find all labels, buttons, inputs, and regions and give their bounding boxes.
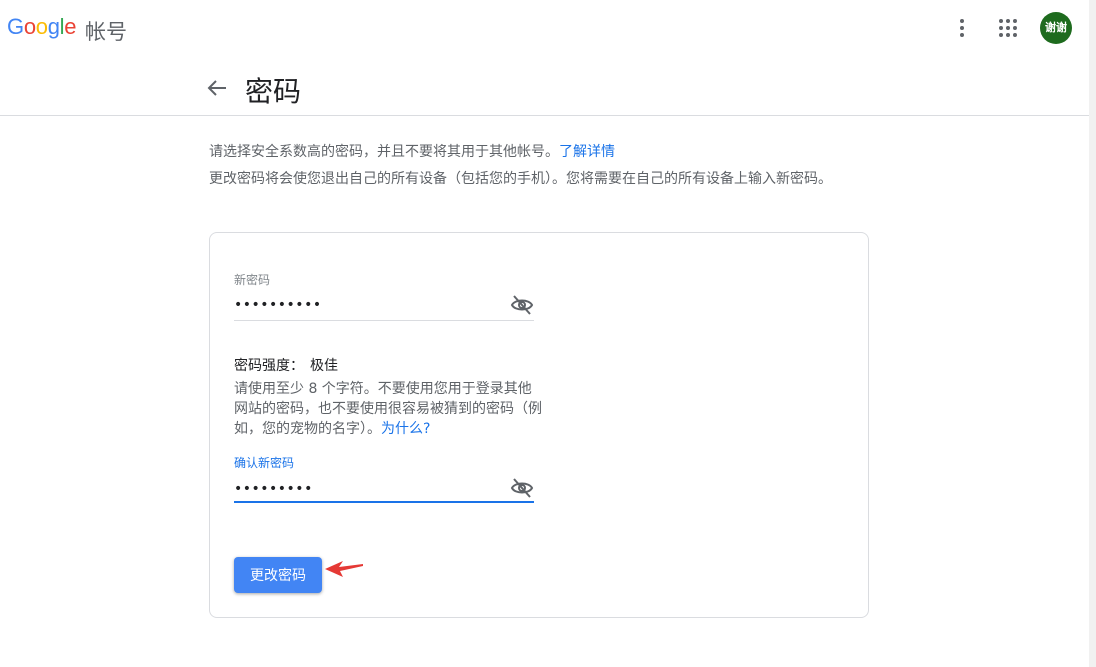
strength-value: 极佳: [310, 358, 338, 374]
new-password-field[interactable]: ••••••••••: [234, 297, 322, 313]
annotation-arrow-icon: [325, 561, 363, 577]
page-title: 密码: [245, 75, 302, 108]
header-divider: [0, 115, 1089, 116]
new-password-label: 新密码: [234, 273, 271, 287]
password-hint: 请使用至少 8 个字符。不要使用您用于登录其他网站的密码，也不要使用很容易被猜到…: [234, 379, 544, 439]
more-vert-icon[interactable]: [951, 16, 973, 40]
confirm-password-underline: [234, 501, 534, 503]
google-logo[interactable]: Google: [7, 14, 76, 40]
why-link[interactable]: 为什么?: [381, 421, 430, 437]
new-password-underline: [234, 320, 534, 321]
strength-line: 密码强度： 极佳: [234, 355, 338, 375]
password-card: 新密码 •••••••••• 密码强度： 极佳 请使用至少 8 个字符。不要使用您…: [209, 232, 869, 618]
change-password-button[interactable]: 更改密码: [234, 557, 322, 593]
confirm-password-label: 确认新密码: [234, 456, 295, 470]
intro-line-1: 请选择安全系数高的密码，并且不要将其用于其他帐号。了解详情: [209, 141, 615, 161]
intro-line-2: 更改密码将会使您退出自己的所有设备（包括您的手机）。您将需要在自己的所有设备上输…: [209, 171, 832, 187]
visibility-off-icon[interactable]: [510, 476, 534, 500]
visibility-off-icon[interactable]: [510, 293, 534, 317]
scrollbar[interactable]: [1089, 0, 1096, 667]
strength-label: 密码强度：: [234, 358, 304, 374]
confirm-password-field[interactable]: •••••••••: [234, 481, 313, 497]
apps-grid-icon[interactable]: [997, 17, 1019, 39]
intro-text: 请选择安全系数高的密码，并且不要将其用于其他帐号。: [209, 144, 559, 160]
product-name: 帐号: [85, 20, 127, 44]
top-bar: Google 帐号 谢谢: [0, 0, 1089, 58]
arrow-back-icon[interactable]: [206, 78, 228, 98]
avatar[interactable]: 谢谢: [1040, 12, 1072, 44]
learn-more-link[interactable]: 了解详情: [559, 144, 615, 160]
